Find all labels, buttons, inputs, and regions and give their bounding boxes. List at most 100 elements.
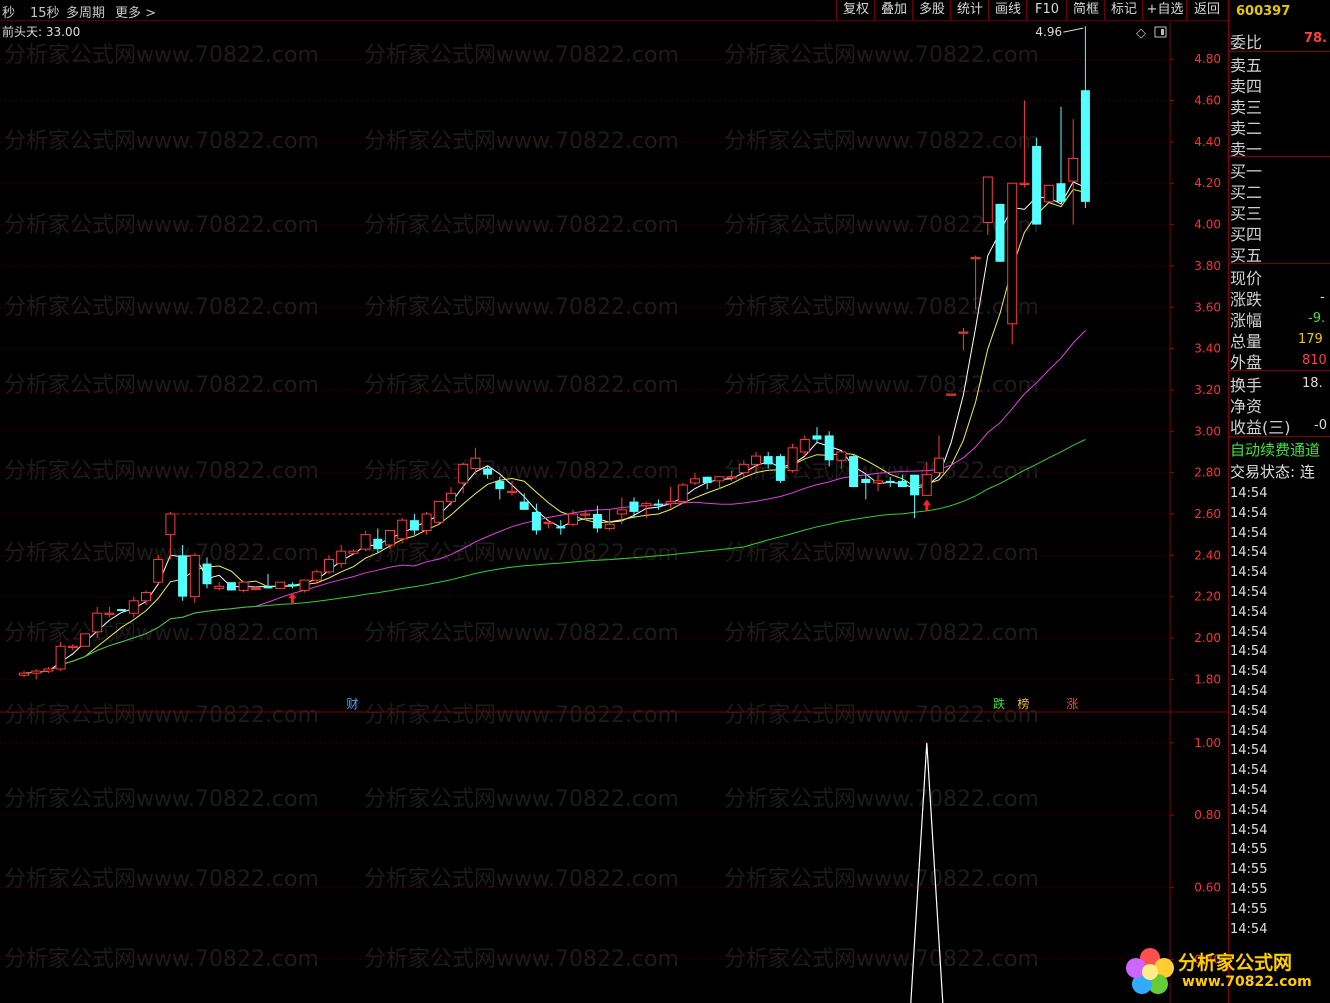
watermark-text: 分析家公式网www.70822.com (4, 213, 319, 238)
sub-tick-label: 1.00 (1194, 736, 1221, 750)
turnover-value: 18. (1302, 376, 1323, 391)
candle-body-down (702, 476, 712, 483)
candle-body-up (1068, 157, 1079, 182)
max-pointer (1063, 27, 1084, 33)
tick-time: 14:54 (1230, 604, 1268, 620)
candle-body-down (1080, 90, 1090, 202)
candlesticks (19, 26, 1090, 680)
price-tick-label: 2.80 (1194, 466, 1221, 480)
event-tag: 财 (346, 697, 358, 711)
watermark-text: 分析家公式网www.70822.com (364, 43, 679, 68)
candle-body-down (1056, 183, 1066, 202)
site-logo: 分析家公式网 www.70822.com (1120, 944, 1330, 1000)
tick-time: 14:54 (1230, 743, 1268, 759)
price-tick-label: 2.60 (1194, 507, 1221, 521)
watermark-text: 分析家公式网www.70822.com (4, 947, 319, 972)
window-toggle-icon[interactable] (1154, 26, 1167, 38)
flower-logo-icon (1126, 948, 1174, 994)
watermark-text: 分析家公式网www.70822.com (724, 129, 1039, 154)
candle-body-up (55, 645, 66, 670)
indicator-label: 前头天: 33.00 (2, 24, 80, 39)
candle-body-down (995, 203, 1005, 262)
tick-time: 14:54 (1230, 822, 1268, 838)
candle-body-up (543, 521, 554, 524)
outer-value: 810 (1302, 353, 1327, 368)
watermark-text: 分析家公式网www.70822.com (4, 787, 319, 812)
watermark-text: 分析家公式网www.70822.com (364, 295, 679, 320)
watermark-text: 分析家公式网www.70822.com (4, 867, 319, 892)
watermark-text: 分析家公式网www.70822.com (4, 459, 319, 484)
candle-body-up (1043, 184, 1054, 203)
tick-time: 14:55 (1230, 862, 1268, 878)
diamond-icon[interactable]: ◇ (1136, 26, 1146, 41)
candle-body-up (214, 585, 225, 589)
candle-body-up (1007, 182, 1018, 325)
price-tick-label: 4.20 (1194, 176, 1221, 190)
watermark-text: 分析家公式网www.70822.com (364, 867, 679, 892)
change-value: - (1320, 290, 1325, 305)
watermark-text: 分析家公式网www.70822.com (364, 703, 679, 728)
candle-body-up (250, 587, 261, 591)
watermark-text: 分析家公式网www.70822.com (724, 787, 1039, 812)
sub-tick-label: 0.80 (1194, 808, 1221, 822)
candle-body-up (1019, 182, 1030, 185)
candle-body-up (946, 393, 957, 396)
candle-body-up (458, 463, 469, 484)
logo-url: www.70822.com (1182, 974, 1312, 990)
tick-time: 14:54 (1230, 565, 1268, 581)
candle-body-up (80, 633, 90, 647)
stock-code: 600397 (1236, 4, 1291, 19)
price-axis: 4.80 4.60 4.40 4.20 4.00 3.80 3.60 3.40 3.20 3.00… (1170, 52, 1221, 686)
candle-body-up (677, 484, 688, 503)
candle-body-up (690, 478, 700, 484)
price-tick-label: 4.60 (1194, 94, 1221, 108)
divider (1229, 370, 1330, 371)
tick-time: 14:54 (1230, 525, 1268, 541)
candle-body-up (128, 600, 139, 614)
watermark-text: 分析家公式网www.70822.com (724, 703, 1039, 728)
window-toggle-icon-inner (1161, 29, 1164, 35)
watermark-text: 分析家公式网www.70822.com (724, 541, 1039, 566)
candle-body-up (421, 513, 432, 532)
watermark-text: 分析家公式网www.70822.com (724, 621, 1039, 646)
candle-body-up (799, 439, 810, 453)
candle-body-up (665, 501, 676, 505)
watermark-text: 分析家公式网www.70822.com (4, 295, 319, 320)
event-tag: 涨 (1066, 696, 1078, 711)
candle-body-up (970, 257, 981, 260)
watermark-text: 分析家公式网www.70822.com (364, 541, 679, 566)
sub-tick-label: 0.60 (1194, 880, 1221, 894)
candle-body-up (348, 550, 359, 554)
price-tick-label: 2.40 (1194, 548, 1221, 562)
moving-averages (23, 181, 1086, 674)
candle-body-down (202, 563, 212, 585)
candle-body-down (531, 511, 541, 531)
candle-body-up (92, 612, 103, 633)
candle-body-up (336, 550, 347, 565)
candle-body-up (787, 447, 798, 472)
candle-body-up (982, 176, 993, 224)
price-tick-label: 3.40 (1194, 342, 1221, 356)
candle-body-up (31, 670, 42, 674)
event-tag: 榜 (1017, 696, 1029, 711)
candle-body-up (446, 492, 456, 503)
candle-body-up (714, 476, 725, 482)
price-tick-label: 4.00 (1194, 218, 1221, 232)
event-tag: 跌 (993, 696, 1005, 711)
auto-renew-link[interactable]: 自动续费通道 (1230, 439, 1320, 460)
candle-body-up (141, 592, 151, 602)
candle-body-up (507, 490, 517, 493)
candle-body-down (1032, 146, 1042, 225)
watermark-text: 分析家公式网www.70822.com (724, 43, 1039, 68)
watermark-text: 分析家公式网www.70822.com (364, 129, 679, 154)
candle-body-up (958, 331, 969, 334)
tick-time: 14:54 (1230, 545, 1268, 561)
tick-time: 14:54 (1230, 585, 1268, 600)
candle-body-down (519, 501, 529, 510)
tick-time: 14:54 (1230, 664, 1268, 680)
kline-chart[interactable]: 分析家公式网www.70822.com 分析家公式网www.70822.com 分析… (0, 0, 1228, 1003)
price-tick-label: 3.80 (1194, 259, 1221, 273)
weibi-value: 78. (1304, 31, 1328, 46)
grid-lines (0, 22, 1228, 1003)
tick-time: 14:54 (1230, 763, 1268, 779)
